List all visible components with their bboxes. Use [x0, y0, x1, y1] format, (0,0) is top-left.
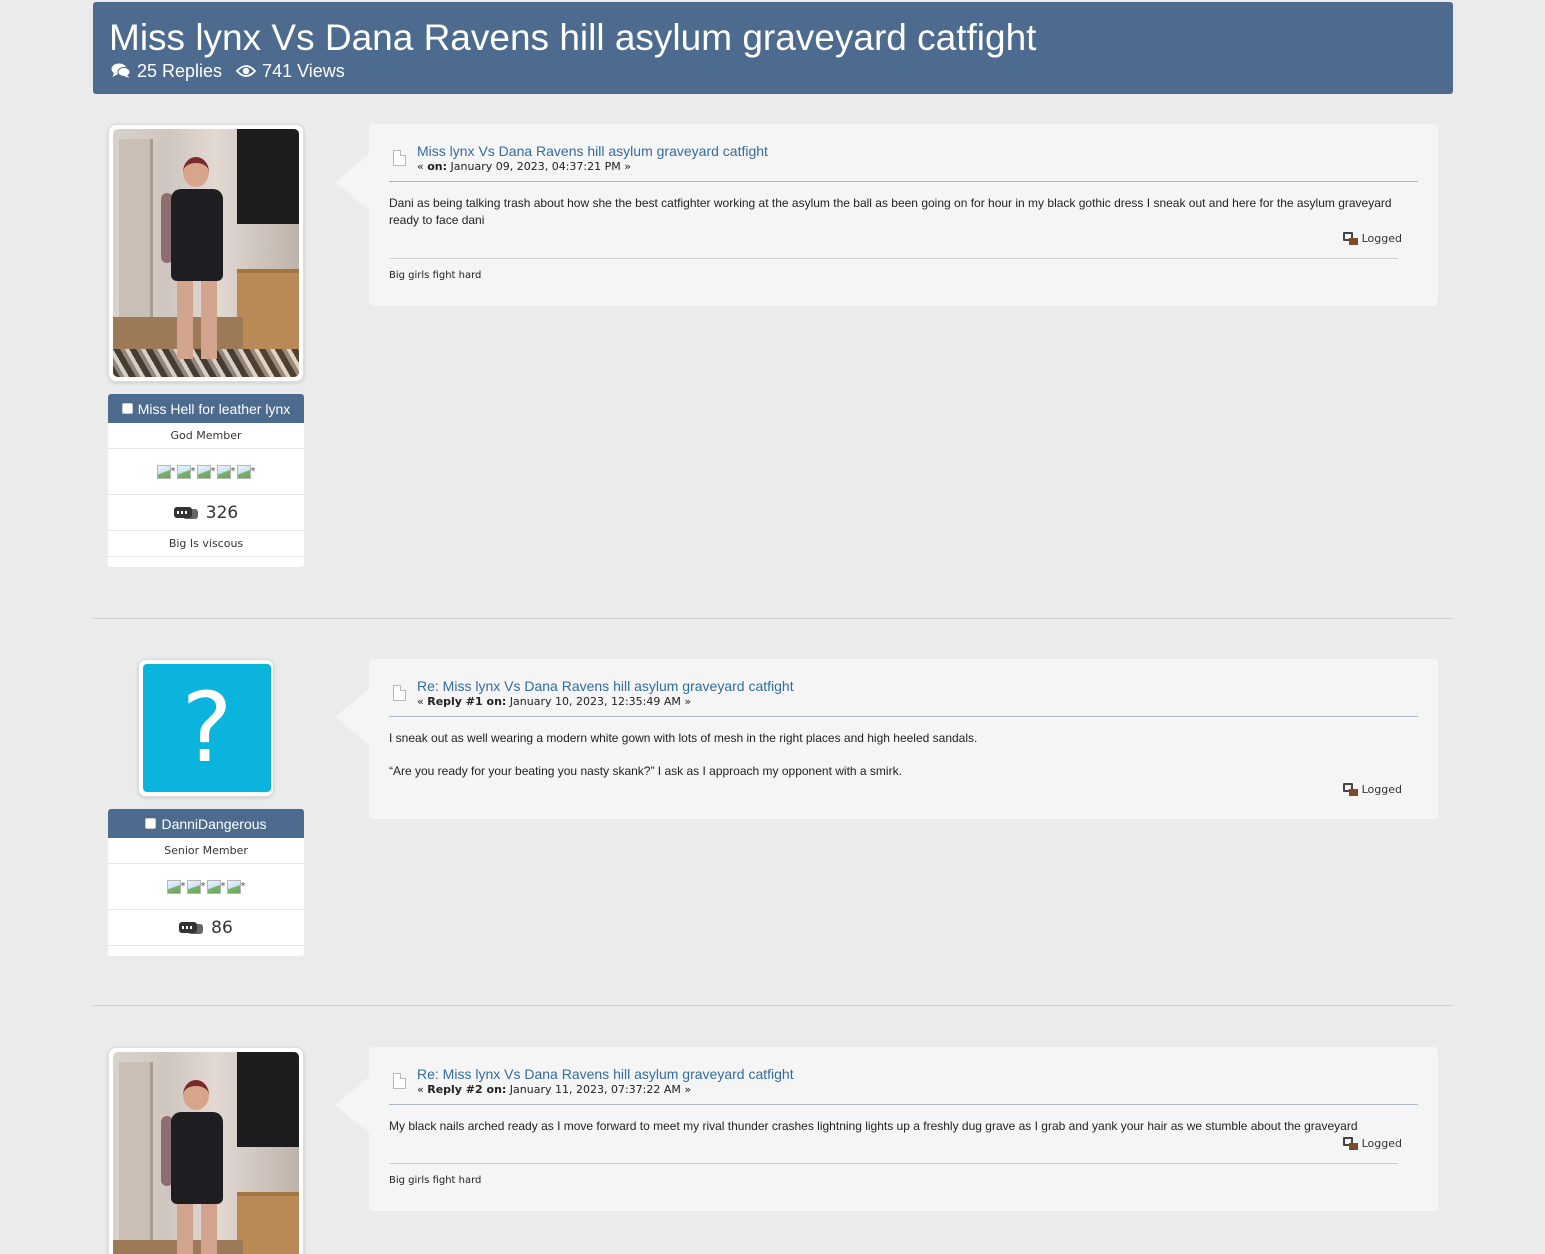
avatar[interactable]: ? — [138, 659, 274, 797]
post-count-value: 86 — [211, 917, 233, 938]
signature: Big girls fight hard — [389, 1175, 482, 1186]
post-document-icon — [393, 1073, 406, 1089]
member-group: God Member — [108, 423, 304, 449]
offline-status-icon — [121, 403, 133, 414]
post-subject-link[interactable]: Re: Miss lynx Vs Dana Ravens hill asylum… — [417, 1065, 1418, 1083]
ip-logged-icon — [1342, 783, 1358, 796]
eye-icon — [236, 65, 257, 77]
post-item: ? DanniDangerous Senior Member * * * * 8… — [93, 659, 1453, 959]
topic-stats: 25 Replies 741 Views — [111, 60, 1437, 82]
member-stars: * * * * * — [108, 449, 304, 495]
posts-bubbles-icon — [179, 921, 204, 935]
star-icon: * — [216, 464, 236, 479]
poster-panel: Miss Hell for leather lynx God Member * … — [108, 124, 304, 567]
post-header: Miss lynx Vs Dana Ravens hill asylum gra… — [389, 124, 1418, 182]
forum-topic-page: Miss lynx Vs Dana Ravens hill asylum gra… — [0, 0, 1545, 1254]
avatar-photo — [113, 1052, 299, 1254]
replies-count: 25 Replies — [137, 61, 223, 81]
ip-logged-icon — [1342, 1137, 1358, 1150]
star-icon: * — [236, 464, 256, 479]
poster-info: Senior Member * * * * 86 — [108, 838, 304, 956]
offline-status-icon — [145, 818, 157, 829]
member-group: Senior Member — [108, 838, 304, 864]
post-card: Re: Miss lynx Vs Dana Ravens hill asylum… — [335, 659, 1438, 819]
comments-icon — [111, 63, 131, 78]
poster-name-bar[interactable]: DanniDangerous — [108, 809, 304, 838]
post-paragraph: My black nails arched ready as I move fo… — [389, 1119, 1358, 1133]
post-meta: « Reply #1 on: January 10, 2023, 12:35:4… — [417, 695, 692, 708]
topic-title: Miss lynx Vs Dana Ravens hill asylum gra… — [109, 17, 1037, 58]
post-meta: « Reply #2 on: January 11, 2023, 07:37:2… — [417, 1083, 692, 1096]
views-count: 741 Views — [262, 61, 345, 81]
post-paragraph: “Are you ready for your beating you nast… — [389, 764, 902, 778]
post-separator — [93, 618, 1453, 619]
post-meta: « on: January 09, 2023, 04:37:21 PM » — [417, 160, 631, 173]
post-item: Re: Miss lynx Vs Dana Ravens hill asylum… — [93, 1047, 1453, 1254]
post-card: Miss lynx Vs Dana Ravens hill asylum gra… — [335, 124, 1438, 306]
ip-logged-icon — [1342, 232, 1358, 245]
custom-title: Big Is viscous — [108, 531, 304, 557]
posts-bubbles-icon — [173, 506, 198, 520]
star-icon: * — [176, 464, 196, 479]
poster-name[interactable]: Miss Hell for leather lynx — [138, 401, 291, 417]
post-subject-link[interactable]: Re: Miss lynx Vs Dana Ravens hill asylum… — [417, 677, 1418, 695]
logged-indicator[interactable]: Logged — [1342, 1137, 1402, 1150]
poster-name[interactable]: DanniDangerous — [161, 816, 266, 832]
post-document-icon — [393, 150, 406, 166]
views-stat: 741 Views — [236, 60, 345, 82]
post-subject-link[interactable]: Miss lynx Vs Dana Ravens hill asylum gra… — [417, 142, 1418, 160]
avatar[interactable] — [108, 124, 304, 382]
post-count: 86 — [108, 910, 304, 946]
post-count: 326 — [108, 495, 304, 531]
star-icon: * — [206, 879, 226, 894]
post-item: Miss Hell for leather lynx God Member * … — [93, 124, 1453, 574]
post-count-value: 326 — [205, 502, 239, 523]
signature: Big girls fight hard — [389, 270, 482, 281]
avatar-photo — [113, 129, 299, 377]
poster-info: God Member * * * * * 326 Big Is viscous — [108, 423, 304, 567]
post-document-icon — [393, 685, 406, 701]
poster-panel — [108, 1047, 304, 1254]
member-stars: * * * * — [108, 864, 304, 910]
poster-panel: ? DanniDangerous Senior Member * * * * 8… — [108, 659, 304, 956]
post-card: Re: Miss lynx Vs Dana Ravens hill asylum… — [335, 1047, 1438, 1211]
post-header: Re: Miss lynx Vs Dana Ravens hill asylum… — [389, 1047, 1418, 1105]
post-paragraph: Dani as being talking trash about how sh… — [389, 196, 1392, 227]
post-separator — [93, 1005, 1453, 1006]
signature-divider — [389, 1163, 1398, 1164]
replies-stat: 25 Replies — [111, 60, 222, 82]
signature-divider — [389, 258, 1398, 259]
logged-indicator[interactable]: Logged — [1342, 232, 1402, 245]
post-header: Re: Miss lynx Vs Dana Ravens hill asylum… — [389, 659, 1418, 717]
post-body: Dani as being talking trash about how sh… — [389, 182, 1418, 229]
avatar[interactable] — [108, 1047, 304, 1254]
post-paragraph: I sneak out as well wearing a modern whi… — [389, 731, 978, 745]
star-icon: * — [156, 464, 176, 479]
topic-header: Miss lynx Vs Dana Ravens hill asylum gra… — [93, 2, 1453, 94]
star-icon: * — [196, 464, 216, 479]
star-icon: * — [226, 879, 246, 894]
star-icon: * — [166, 879, 186, 894]
poster-name-bar[interactable]: Miss Hell for leather lynx — [108, 394, 304, 423]
post-body: My black nails arched ready as I move fo… — [389, 1105, 1418, 1135]
star-icon: * — [186, 879, 206, 894]
post-body: I sneak out as well wearing a modern whi… — [389, 717, 1418, 780]
question-mark-avatar: ? — [143, 664, 271, 792]
logged-indicator[interactable]: Logged — [1342, 783, 1402, 796]
